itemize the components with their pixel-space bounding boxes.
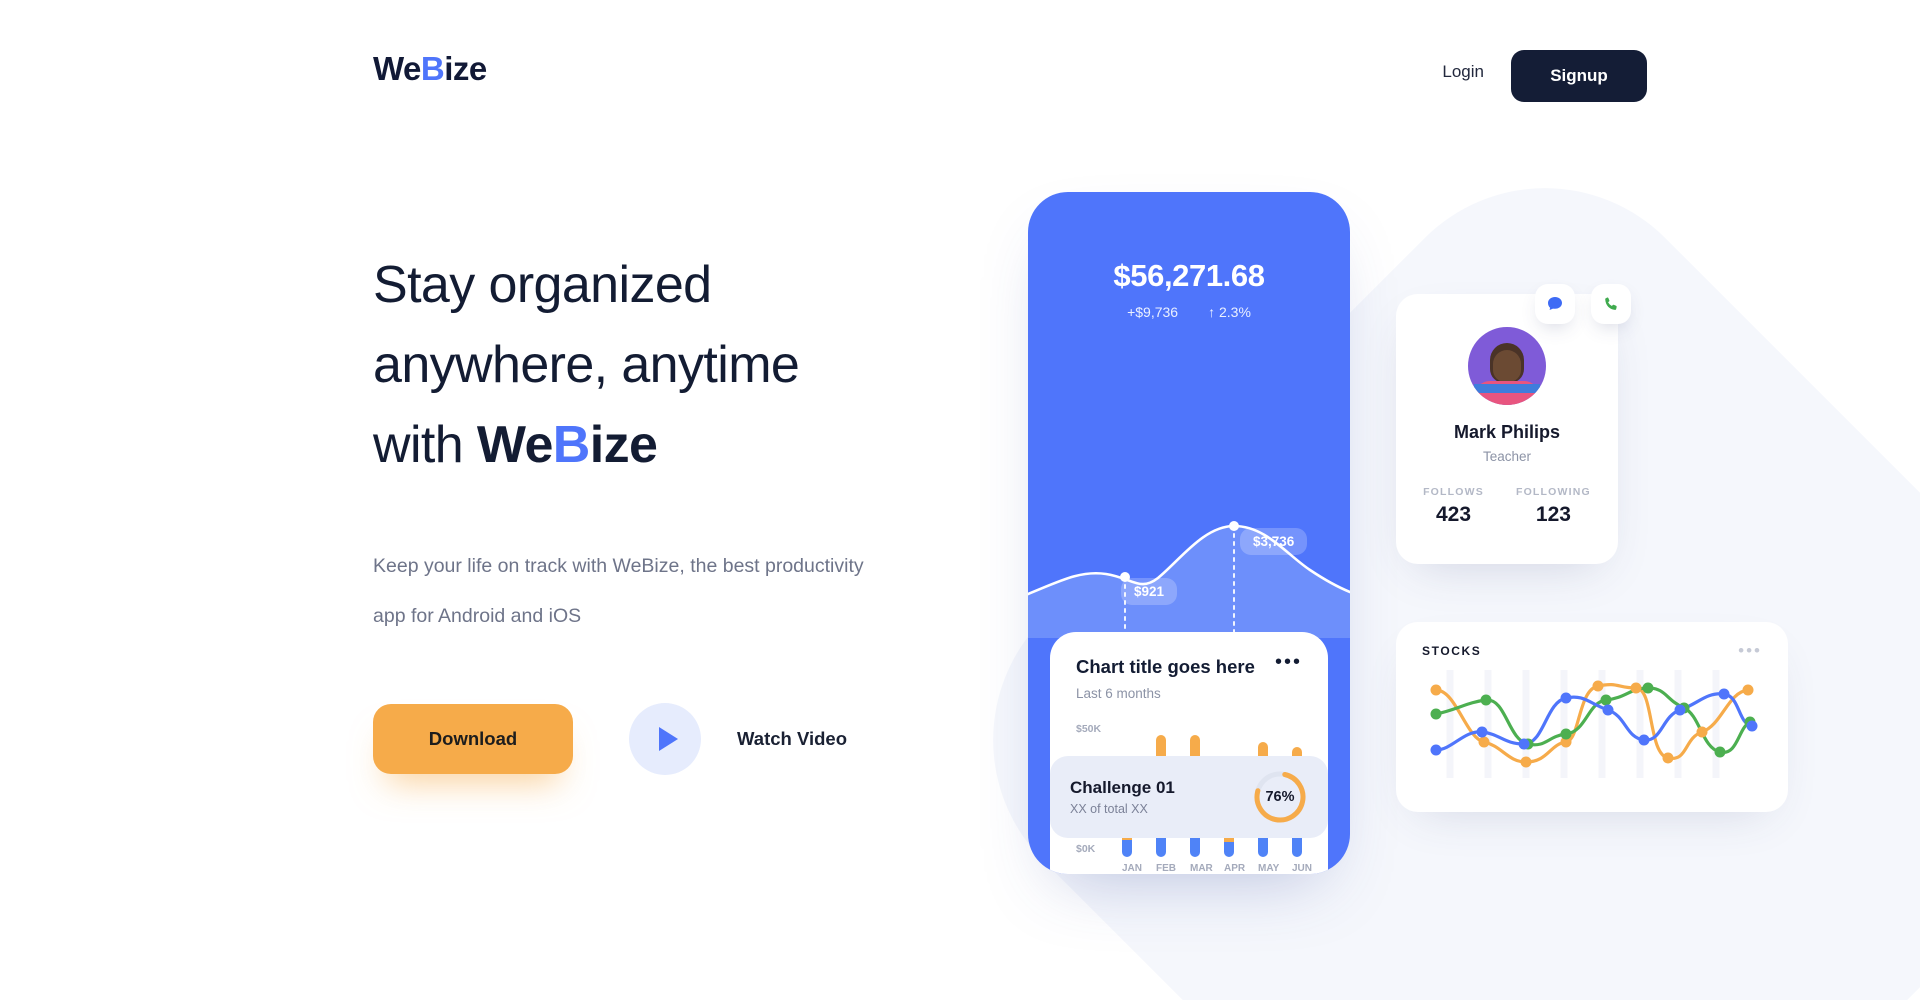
stocks-line-chart [1430,670,1758,778]
logo-text-highlight: B [420,50,445,87]
area-tooltip-high: $3,736 [1240,528,1308,555]
brand-logo[interactable]: WeBize [373,50,487,88]
follows-label: FOLLOWS [1423,486,1484,498]
landing-page: WeBize Login Signup Stay organized anywh… [0,0,1920,1000]
hero-description: Keep your life on track with WeBize, the… [373,555,864,627]
phone-icon[interactable] [1591,284,1631,324]
x-label-mar: MAR [1190,863,1213,874]
stocks-title: STOCKS [1422,644,1482,658]
download-button[interactable]: Download [373,704,573,774]
stocks-card: STOCKS ••• [1396,622,1788,812]
logo-text-part-2: ize [444,50,487,87]
stocks-markers-green [1430,682,1756,758]
x-label-jan: JAN [1122,863,1143,874]
x-axis-labels: JAN FEB MAR APR MAY JUN [1122,863,1313,874]
headline-line-1: Stay organized [373,256,712,314]
balance-block: $56,271.68 +$9,736 ↑ 2.3% [1028,192,1350,320]
profile-stats: FOLLOWS 423 FOLLOWING 123 [1396,486,1618,527]
balance-percent: ↑ 2.3% [1208,304,1251,320]
balance-amount: $56,271.68 [1113,258,1265,293]
avatar-face [1493,350,1521,382]
hero-cta-row: Download Watch Video [373,703,933,775]
avatar-shirt-stripe [1474,384,1540,393]
challenge-percent-label: 76% [1265,789,1295,805]
watch-video-control[interactable]: Watch Video [629,703,847,775]
stocks-markers-orange [1430,680,1754,768]
watch-video-label: Watch Video [737,728,847,749]
headline-line-3-prefix: with [373,416,477,474]
x-label-jun: JUN [1292,863,1313,874]
y-tick-50k: $50K [1076,723,1102,735]
play-triangle-icon [658,727,678,751]
headline-brand-highlight: B [552,416,591,474]
challenge-title: Challenge 01 [1070,778,1175,797]
profile-role: Teacher [1482,449,1532,464]
site-header: WeBize Login Signup [0,0,1920,130]
challenge-subtitle: XX of total XX [1070,802,1148,816]
headline-line-2: anywhere, anytime [373,336,800,394]
chat-bubble-icon[interactable] [1535,284,1575,324]
stat-follows: FOLLOWS 423 [1423,486,1484,527]
chart-title: Chart title goes here [1076,656,1255,677]
challenge-progress-donut: 76% [1252,769,1308,825]
x-label-feb: FEB [1156,863,1176,874]
signup-button[interactable]: Signup [1511,50,1647,102]
follows-value: 423 [1435,503,1472,526]
balance-change: +$9,736 [1127,304,1179,320]
profile-name: Mark Philips [1453,422,1561,442]
stocks-header: STOCKS ••• [1422,642,1762,659]
y-tick-0k: $0K [1076,843,1096,855]
area-tooltip-low: $921 [1121,578,1178,605]
avatar [1465,324,1549,408]
balance-area-chart [1028,521,1350,638]
following-value: 123 [1535,503,1571,526]
challenge-card-main[interactable]: Challenge 01 XX of total XX 76% [1050,756,1328,838]
following-label: FOLLOWING [1515,486,1591,498]
chart-subtitle: Last 6 months [1076,686,1161,701]
headline-brand-part-2: ize [589,416,658,474]
headline-brand-part-1: We [476,416,553,474]
more-horizontal-icon[interactable]: ••• [1738,642,1762,659]
x-label-may: MAY [1258,863,1280,874]
profile-card: Mark Philips Teacher FOLLOWS 423 FOLLOWI… [1396,294,1618,564]
logo-text-part-1: We [373,50,421,87]
more-horizontal-icon[interactable]: ••• [1275,652,1302,672]
challenge-text-block: Challenge 01 XX of total XX [1070,778,1252,816]
login-link[interactable]: Login [1442,62,1484,82]
stat-following: FOLLOWING 123 [1516,486,1591,527]
x-label-apr: APR [1224,863,1246,874]
balance-subline: +$9,736 ↑ 2.3% [1028,304,1350,320]
page-title: Stay organized anywhere, anytime with We… [373,245,933,485]
hero-section: Stay organized anywhere, anytime with We… [373,245,933,775]
chart-card-header: Chart title goes here ••• [1076,652,1302,678]
play-icon[interactable] [629,703,701,775]
